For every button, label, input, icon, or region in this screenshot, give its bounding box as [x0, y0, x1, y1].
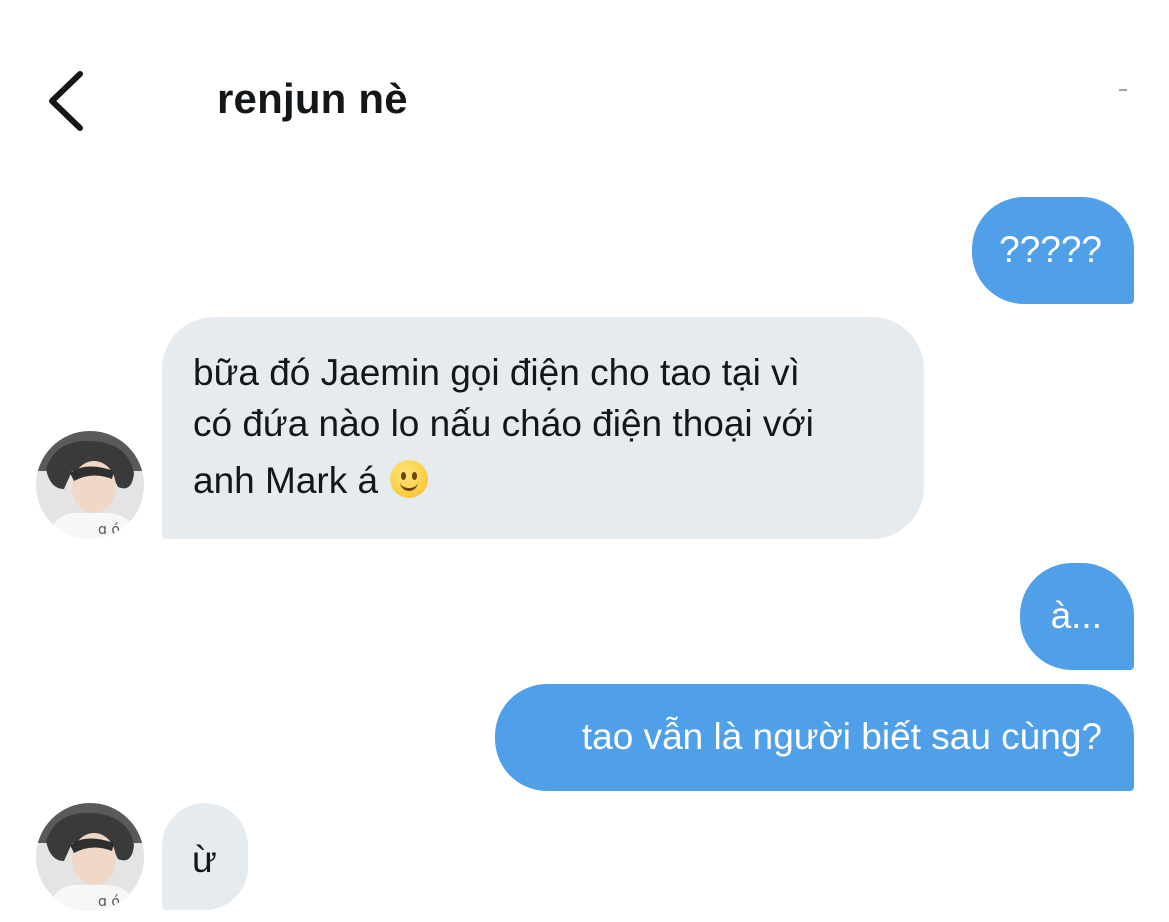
avatar-image: ɑ ó — [36, 431, 144, 539]
svg-text:ɑ ó: ɑ ó — [98, 894, 120, 910]
chat-header: renjun nè — [0, 0, 1169, 190]
header-divider — [1119, 89, 1127, 91]
avatar-image: ɑ ó — [36, 803, 144, 911]
outgoing-message-bubble[interactable]: ????? — [972, 197, 1134, 304]
message-text: ????? — [999, 229, 1102, 270]
message-line-last: anh Mark á — [193, 455, 900, 506]
incoming-message-bubble[interactable]: ừ — [162, 803, 248, 910]
message-line: anh Mark á — [193, 460, 379, 501]
message-line: bữa đó Jaemin gọi điện cho tao tại vì — [193, 352, 800, 393]
message-text: à... — [1050, 595, 1102, 636]
message-line: có đứa nào lo nấu cháo điện thoại với — [193, 403, 814, 444]
conversation-title: renjun nè — [217, 75, 408, 122]
svg-text:ɑ ó: ɑ ó — [98, 522, 120, 538]
incoming-message-bubble[interactable]: bữa đó Jaemin gọi điện cho tao tại vì có… — [162, 317, 924, 539]
message-text: tao vẫn là người biết sau cùng? — [581, 716, 1102, 757]
avatar[interactable]: ɑ ó — [36, 803, 144, 911]
outgoing-message-bubble[interactable]: tao vẫn là người biết sau cùng? — [495, 684, 1134, 791]
back-button[interactable] — [44, 68, 94, 134]
outgoing-message-bubble[interactable]: à... — [1020, 563, 1134, 670]
slightly-smiling-face-icon — [390, 460, 429, 498]
chevron-left-icon — [49, 71, 83, 131]
avatar[interactable]: ɑ ó — [36, 431, 144, 539]
message-text: ừ — [192, 839, 217, 880]
